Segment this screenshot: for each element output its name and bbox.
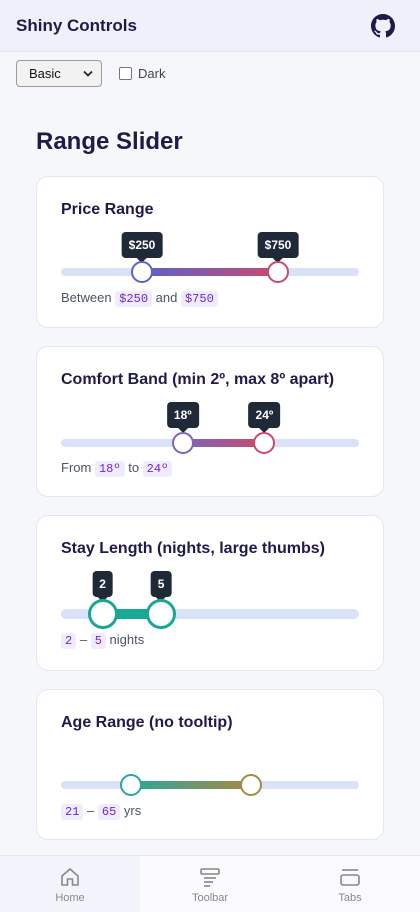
slider-thumb-high[interactable] [146, 599, 177, 629]
slider-tooltip-high: $750 [257, 232, 299, 263]
price-range-slider[interactable]: $250 $750 [61, 232, 359, 283]
price-range-card: Price Range $250 $750 Between $250 and $… [36, 176, 384, 328]
stay-length-card: Stay Length (nights, large thumbs) 2 5 2… [36, 515, 384, 671]
slider-fill [131, 781, 251, 789]
nav-label: Home [55, 892, 85, 904]
slider-tooltip-low: $250 [121, 232, 163, 263]
readout-low-value: 18º [94, 461, 125, 477]
readout-low-value: $250 [115, 291, 153, 307]
readout-high-value: 5 [90, 633, 106, 649]
slider-tooltip-high: 5 [150, 571, 172, 602]
nav-item-toolbar[interactable]: Toolbar [140, 856, 280, 912]
stay-length-slider[interactable]: 2 5 [61, 571, 359, 629]
slider-thumb-low[interactable] [131, 261, 153, 283]
readout-mid: – [87, 803, 95, 818]
nav-label: Tabs [338, 892, 362, 904]
comfort-band-slider[interactable]: 18º 24º [61, 402, 359, 454]
slider-fill [182, 439, 265, 447]
slider-tooltip-high: 24º [248, 402, 281, 433]
nav-item-tabs[interactable]: Tabs [280, 856, 420, 912]
readout-suffix: nights [109, 632, 145, 647]
theme-select[interactable]: Basic [16, 60, 102, 87]
slider-readout: 2 – 5 nights [61, 632, 144, 649]
readout-suffix: yrs [123, 803, 142, 818]
nav-item-home[interactable]: Home [0, 856, 140, 912]
slider-thumb-low[interactable] [120, 774, 143, 796]
app-title: Shiny Controls [16, 16, 137, 35]
slider-thumb-high[interactable] [253, 432, 276, 454]
readout-prefix: From [61, 460, 92, 475]
app-header: Shiny Controls [0, 0, 420, 52]
card-title: Stay Length (nights, large thumbs) [61, 540, 326, 557]
readout-mid: – [79, 632, 88, 647]
slider-thumb-low[interactable] [87, 599, 118, 629]
card-title: Age Range (no tooltip) [61, 714, 233, 731]
age-range-card: Age Range (no tooltip) 21 – 65 yrs [36, 689, 384, 840]
slider-tooltip-low: 2 [92, 571, 113, 602]
chevron-down-icon [83, 70, 93, 77]
slider-tooltip-low: 18º [166, 402, 199, 433]
readout-prefix: Between [61, 290, 112, 305]
nav-label: Toolbar [191, 892, 229, 904]
page-title: Range Slider [36, 128, 183, 155]
comfort-band-card: Comfort Band (min 2º, max 8º apart) 18º … [36, 346, 384, 497]
readout-high-value: 65 [97, 804, 121, 820]
dark-mode-label: Dark [138, 66, 166, 81]
dark-mode-checkbox[interactable] [119, 67, 132, 80]
readout-low-value: 2 [61, 633, 77, 649]
slider-thumb-high[interactable] [267, 261, 289, 283]
readout-mid: to [128, 460, 140, 475]
slider-readout: 21 – 65 yrs [61, 803, 141, 820]
card-title: Price Range [61, 201, 154, 218]
slider-readout: Between $250 and $750 [61, 290, 218, 307]
slider-readout: From 18º to 24º [61, 460, 173, 477]
slider-thumb-low[interactable] [171, 432, 194, 454]
tabs-icon [340, 869, 360, 886]
bottom-nav: Home Toolbar Tabs [0, 855, 420, 912]
toolbar-icon [200, 868, 220, 887]
github-icon[interactable] [371, 14, 395, 38]
theme-select-value: Basic [29, 66, 61, 81]
age-range-slider[interactable] [61, 774, 359, 796]
readout-low-value: 21 [61, 804, 84, 820]
readout-high-value: $750 [180, 291, 218, 307]
card-title: Comfort Band (min 2º, max 8º apart) [61, 371, 335, 388]
readout-high-value: 24º [142, 461, 173, 477]
readout-mid: and [155, 290, 178, 305]
slider-thumb-high[interactable] [239, 774, 262, 796]
home-icon [61, 868, 79, 886]
slider-fill [142, 268, 278, 276]
